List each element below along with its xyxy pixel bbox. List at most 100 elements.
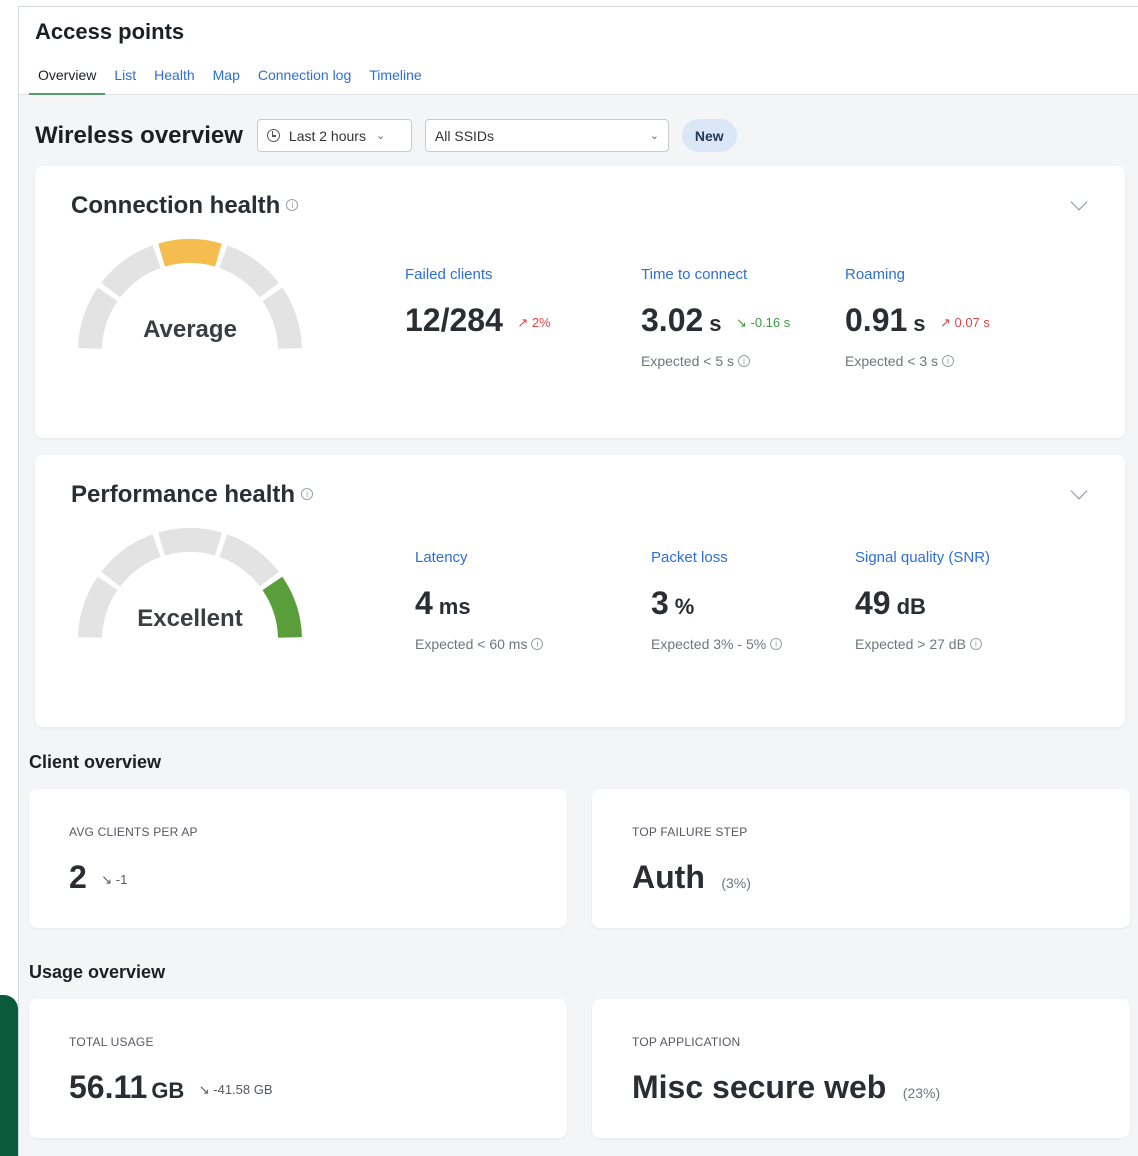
metric-value: 4 ms: [415, 585, 543, 622]
metric-packet-loss: Packet loss 3% Expected 3% - 5% i: [651, 549, 783, 652]
tab-connection-log[interactable]: Connection log: [249, 63, 360, 95]
card-label: TOTAL USAGE: [69, 1035, 154, 1049]
metric-label[interactable]: Latency: [415, 549, 543, 566]
gauge-segment: [101, 534, 161, 587]
tab-timeline[interactable]: Timeline: [360, 63, 430, 95]
gauge-segment-active: [158, 239, 222, 267]
gauge-segment: [158, 528, 222, 556]
info-icon[interactable]: i: [942, 355, 955, 368]
metric-roaming: Roaming 0.91 s ↗ 0.07 s Expected < 3 si: [845, 266, 990, 369]
connection-gauge: Average: [75, 236, 305, 361]
overview-controls: Wireless overview Last 2 hours ⌄ All SSI…: [35, 119, 737, 152]
usage-overview-heading: Usage overview: [29, 962, 166, 982]
card-label: AVG CLIENTS PER AP: [69, 825, 198, 839]
performance-health-title-text: Performance health: [71, 481, 296, 508]
expected-text: Expected < 5 s: [641, 353, 735, 369]
collapse-chevron-icon[interactable]: [1070, 193, 1088, 211]
metric-number: 49: [855, 585, 891, 621]
trend-up-indicator: ↗ 2%: [517, 315, 551, 330]
metric-label[interactable]: Time to connect: [641, 266, 790, 283]
wireless-overview-title: Wireless overview: [35, 121, 243, 149]
expected-text: Expected 3% - 5%: [651, 636, 767, 652]
tab-health[interactable]: Health: [145, 63, 203, 95]
expected-text: Expected > 27 dB: [855, 636, 966, 652]
metric-signal-quality: Signal quality (SNR) 49 dB Expected > 27 …: [855, 549, 990, 652]
trend-up-indicator: ↗ 0.07 s: [939, 315, 990, 330]
metric-expected: Expected < 3 si: [845, 353, 990, 369]
metric-unit: ms: [438, 594, 471, 619]
chevron-down-icon: ⌄: [375, 130, 386, 142]
connection-health-card: Connection health i Average Failed client…: [35, 166, 1125, 438]
metric-number: 4: [415, 585, 433, 621]
metric-value: 12/284 ↗ 2%: [405, 302, 551, 339]
total-usage-card: TOTAL USAGE 56.11 GB ↘ -41.58 GB: [29, 999, 567, 1138]
tab-overview[interactable]: Overview: [29, 63, 106, 95]
info-icon[interactable]: i: [969, 638, 982, 651]
metric-label[interactable]: Roaming: [845, 266, 990, 283]
connection-health-title-text: Connection health: [71, 192, 281, 219]
card-value: 56.11 GB ↘ -41.58 GB: [69, 1069, 273, 1106]
info-icon[interactable]: i: [286, 198, 299, 211]
value-percent: (3%): [721, 875, 751, 891]
value-unit: GB: [151, 1078, 185, 1103]
metric-failed-clients: Failed clients 12/284 ↗ 2%: [405, 266, 551, 339]
tab-map[interactable]: Map: [204, 63, 249, 95]
avg-clients-card: AVG CLIENTS PER AP 2 ↘ -1: [29, 789, 567, 928]
top-failure-card: TOP FAILURE STEP Auth (3%): [592, 789, 1130, 928]
gauge-label: Excellent: [137, 605, 243, 632]
value-text: Misc secure web: [632, 1069, 887, 1105]
page-title: Access points: [35, 19, 185, 44]
metric-number: 3: [651, 585, 669, 621]
metric-value: 49 dB: [855, 585, 990, 622]
ssid-value: All SSIDs: [434, 127, 495, 144]
gauge-segment: [219, 245, 279, 298]
gauge-segment: [219, 534, 279, 587]
metric-unit: s: [709, 311, 722, 336]
card-label: TOP FAILURE STEP: [632, 825, 748, 839]
info-icon[interactable]: i: [770, 638, 783, 651]
connection-health-title: Connection health i: [71, 192, 299, 220]
header: Access points Overview List Health Map C…: [19, 7, 1138, 95]
metric-number: 0.91: [845, 302, 908, 338]
metric-time-to-connect: Time to connect 3.02 s ↘ -0.16 s Expected…: [641, 266, 790, 369]
metric-expected: Expected 3% - 5% i: [651, 636, 783, 652]
metric-number: 3.02: [641, 302, 704, 338]
time-range-value: Last 2 hours: [288, 127, 366, 144]
metric-expected: Expected < 5 si: [641, 353, 790, 369]
info-icon[interactable]: i: [301, 487, 314, 500]
top-application-card: TOP APPLICATION Misc secure web (23%): [592, 999, 1130, 1138]
trend-down-indicator: ↘ -41.58 GB: [198, 1082, 273, 1097]
info-icon[interactable]: i: [531, 638, 544, 651]
new-badge[interactable]: New: [681, 119, 737, 152]
app-window: Access points Overview List Health Map C…: [18, 6, 1138, 1156]
client-overview-heading: Client overview: [29, 752, 162, 772]
trend-down-indicator: ↘ -0.16 s: [735, 315, 791, 330]
clock-icon: [266, 129, 280, 142]
gauge-segment: [101, 245, 161, 298]
info-icon[interactable]: i: [738, 355, 751, 368]
performance-gauge: Excellent: [75, 525, 305, 650]
collapse-chevron-icon[interactable]: [1070, 482, 1088, 500]
metric-unit: dB: [896, 594, 926, 619]
expected-text: Expected < 60 ms: [415, 636, 528, 652]
metric-label[interactable]: Packet loss: [651, 549, 782, 566]
metric-label[interactable]: Signal quality (SNR): [855, 549, 990, 566]
value-percent: (23%): [902, 1085, 941, 1101]
card-label: TOP APPLICATION: [632, 1035, 741, 1049]
trend-down-indicator: ↘ -1: [101, 872, 128, 887]
card-value: 2 ↘ -1: [69, 859, 127, 896]
background-decoration: [0, 995, 18, 1156]
chevron-down-icon: ⌄: [649, 130, 659, 142]
value-text: Auth: [632, 859, 705, 895]
metric-number: 12/284: [405, 302, 503, 338]
metric-unit: s: [913, 311, 926, 336]
value-number: 2: [69, 859, 87, 895]
ssid-select[interactable]: All SSIDs ⌄: [424, 119, 669, 152]
metric-label[interactable]: Failed clients: [405, 266, 551, 283]
gauge-label: Average: [143, 316, 237, 343]
value-number: 56.11: [69, 1069, 148, 1105]
time-range-select[interactable]: Last 2 hours ⌄: [256, 119, 412, 152]
tab-bar: Overview List Health Map Connection log …: [29, 63, 431, 95]
metric-latency: Latency 4 ms Expected < 60 ms i: [415, 549, 544, 652]
tab-list[interactable]: List: [105, 63, 145, 95]
